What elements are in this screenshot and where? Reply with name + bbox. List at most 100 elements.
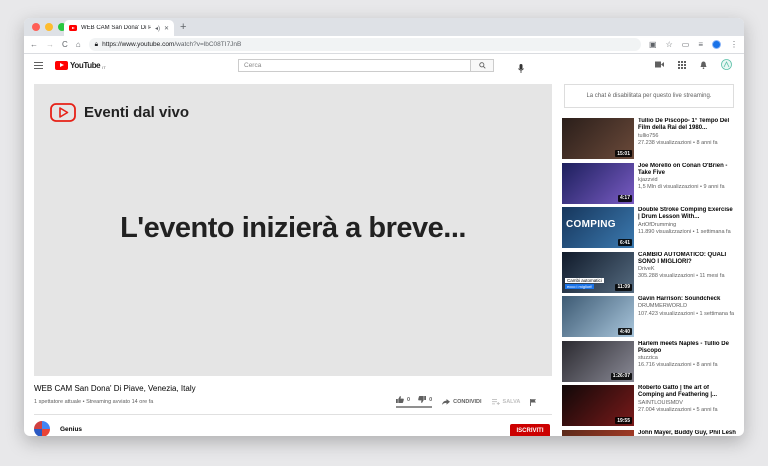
- video-thumbnail[interactable]: 15:01: [562, 118, 634, 159]
- mic-icon[interactable]: [518, 60, 524, 78]
- search-input[interactable]: [238, 59, 470, 72]
- recommended-video-title[interactable]: Harlem meets Naples - Tullio De Piscopo: [638, 341, 736, 356]
- address-bar[interactable]: 🔒︎ https://www.youtube.com/watch?v=lbC08…: [88, 38, 642, 51]
- recommended-video[interactable]: 1:26:07 Harlem meets Naples - Tullio De P…: [562, 340, 736, 385]
- recommended-video[interactable]: COMPING 6:41 Double Stroke Comping Exercis…: [562, 207, 736, 251]
- recommended-video-title[interactable]: Joe Morello on Conan O'Brien - Take Five: [638, 163, 736, 178]
- recommended-video-title[interactable]: Gavin Harrison: Soundcheck: [638, 296, 736, 303]
- recommended-video-title[interactable]: Double Stroke Comping Exercise | Drum Le…: [638, 207, 736, 222]
- create-video-icon[interactable]: [655, 61, 664, 68]
- recommended-video-stats: 1,5 Mln di visualizzazioni • 9 anni fa: [638, 184, 725, 191]
- video-thumbnail[interactable]: Cambi automatici ecco i migliori! 11:09: [562, 251, 634, 293]
- forward-button[interactable]: →: [46, 40, 54, 49]
- recommended-video-stats: 11.890 visualizzazioni • 1 settimana fa: [638, 228, 731, 235]
- url-host: https://www.youtube.com: [102, 41, 175, 48]
- minimize-window-button[interactable]: [45, 23, 53, 31]
- search-button[interactable]: [470, 59, 494, 72]
- close-window-button[interactable]: [32, 23, 40, 31]
- recommended-video[interactable]: Cambi automatici ecco i migliori! 11:09 CAM…: [562, 251, 736, 296]
- video-duration: 1:26:07: [610, 372, 632, 380]
- youtube-favicon-icon: [69, 25, 77, 31]
- channel-name[interactable]: Genius: [60, 426, 82, 433]
- audio-icon[interactable]: ◂): [155, 25, 160, 32]
- account-avatar-icon[interactable]: [721, 59, 732, 70]
- profile-avatar[interactable]: [712, 40, 721, 49]
- notifications-bell-icon[interactable]: [700, 61, 707, 69]
- tab-title: WEB CAM San Dona' Di Pi: [81, 25, 151, 31]
- recommended-video-channel[interactable]: DRUMMERWORLD: [638, 303, 736, 310]
- video-title: WEB CAM San Dona' Di Piave, Venezia, Ita…: [34, 384, 196, 393]
- home-button[interactable]: ⌂: [76, 40, 81, 49]
- browser-toolbar: ← → C ⌂ 🔒︎ https://www.youtube.com/watch…: [24, 36, 744, 54]
- apps-grid-icon[interactable]: [678, 60, 686, 69]
- video-duration: 6:41: [617, 239, 632, 246]
- recommended-video-stats: 16.716 visualizzazioni • 8 anni fa: [638, 362, 718, 369]
- recommended-video[interactable]: 4:17 Joe Morello on Conan O'Brien - Take …: [562, 162, 736, 207]
- video-meta: 1 spettatore attuale • Streaming avviato…: [34, 399, 154, 405]
- video-thumbnail[interactable]: 4:40: [562, 296, 634, 337]
- recommended-video-channel[interactable]: SAINTLOUISMDV: [638, 400, 736, 407]
- video-duration: 11:09: [615, 283, 632, 291]
- recommended-video[interactable]: 19:55 Roberto Gatto | the art of Comping …: [562, 385, 736, 429]
- playlist-add-icon: [491, 399, 500, 405]
- subscribe-button[interactable]: ISCRIVITI: [510, 424, 550, 436]
- video-thumbnail[interactable]: [562, 429, 634, 436]
- recommended-video[interactable]: John Mayer, Buddy Guy, Phil Lesh and Que…: [562, 429, 736, 437]
- hamburger-menu-icon[interactable]: [34, 61, 43, 69]
- url-path: /watch?v=lbC08TI7JnB: [174, 41, 242, 48]
- recommended-video-info: CAMBIO AUTOMATICO: QUALI SONO I MIGLIORI…: [638, 252, 736, 296]
- live-events-badge: Eventi dal vivo: [50, 103, 189, 122]
- browser-tab[interactable]: WEB CAM San Dona' Di Pi ◂) ✕: [64, 20, 174, 36]
- recommended-video-title[interactable]: Tullio De Piscopo- 1° Tempo Del Film del…: [638, 118, 736, 133]
- recommended-video[interactable]: 15:01 Tullio De Piscopo- 1° Tempo Del Fil…: [562, 118, 736, 162]
- recommended-video-title[interactable]: CAMBIO AUTOMATICO: QUALI SONO I MIGLIORI…: [638, 252, 736, 267]
- live-play-icon: [50, 103, 76, 122]
- share-button[interactable]: CONDIVIDI: [442, 399, 482, 405]
- reading-list-icon[interactable]: ≡: [698, 40, 703, 49]
- save-button[interactable]: SALVA: [491, 399, 520, 405]
- video-thumbnail[interactable]: 19:55: [562, 385, 634, 426]
- youtube-play-icon: [55, 60, 68, 70]
- recommended-video-info: Double Stroke Comping Exercise | Drum Le…: [638, 207, 736, 251]
- recommended-video-title[interactable]: John Mayer, Buddy Guy, Phil Lesh and Que…: [638, 430, 736, 437]
- recommended-video-info: Joe Morello on Conan O'Brien - Take Five…: [638, 163, 736, 207]
- report-button[interactable]: [530, 398, 537, 406]
- close-tab-icon[interactable]: ✕: [164, 25, 169, 32]
- recommended-video-stats: 27.004 visualizzazioni • 5 anni fa: [638, 406, 718, 413]
- recommended-video-stats: 107.423 visualizzazioni • 1 settimana fa: [638, 310, 735, 317]
- recommended-video-channel[interactable]: ArtOfDrumming: [638, 222, 736, 229]
- video-thumbnail[interactable]: COMPING 6:41: [562, 207, 634, 248]
- recommended-video-channel[interactable]: kjazzvid: [638, 177, 736, 184]
- recommended-video-stats: 305.288 visualizzazioni • 11 mesi fa: [638, 273, 725, 280]
- divider: [34, 414, 552, 415]
- like-button[interactable]: 0: [396, 396, 410, 403]
- cast-icon[interactable]: ▣: [649, 40, 657, 49]
- dislike-button[interactable]: 0: [418, 396, 432, 403]
- video-duration: 4:40: [617, 328, 632, 335]
- youtube-logo[interactable]: YouTube IT: [55, 60, 106, 70]
- bookmark-star-icon[interactable]: ☆: [666, 40, 673, 49]
- video-thumbnail[interactable]: 1:26:07: [562, 340, 634, 382]
- channel-avatar[interactable]: [34, 421, 50, 436]
- extension-icon[interactable]: ▭: [682, 40, 690, 49]
- back-button[interactable]: ←: [30, 40, 38, 49]
- video-player[interactable]: Eventi dal vivo L'evento inizierà a brev…: [34, 84, 552, 376]
- recommended-video-title[interactable]: Roberto Gatto | the art of Comping and F…: [638, 385, 736, 400]
- flag-icon: [530, 398, 537, 406]
- recommended-video-channel[interactable]: DriveK: [638, 266, 736, 273]
- new-tab-button[interactable]: +: [180, 20, 186, 34]
- recommendations-list: 15:01 Tullio De Piscopo- 1° Tempo Del Fil…: [562, 118, 736, 436]
- dislike-count: 0: [429, 396, 433, 403]
- thumbnail-caption: Cambi automatici: [565, 277, 604, 283]
- recommended-video-channel[interactable]: stuzzica: [638, 355, 736, 362]
- video-thumbnail[interactable]: 4:17: [562, 162, 634, 204]
- recommended-video[interactable]: 4:40 Gavin Harrison: Soundcheck DRUMMERWOR…: [562, 296, 736, 340]
- share-label: CONDIVIDI: [453, 399, 482, 405]
- lock-icon: 🔒︎: [94, 40, 99, 48]
- menu-kebab-icon[interactable]: ⋮: [730, 40, 738, 49]
- window-controls: [32, 23, 66, 31]
- reload-button[interactable]: C: [62, 40, 68, 49]
- like-count: 0: [407, 396, 411, 403]
- recommended-video-channel[interactable]: tullio756: [638, 133, 736, 140]
- like-dislike-bar: 0 0: [396, 396, 433, 408]
